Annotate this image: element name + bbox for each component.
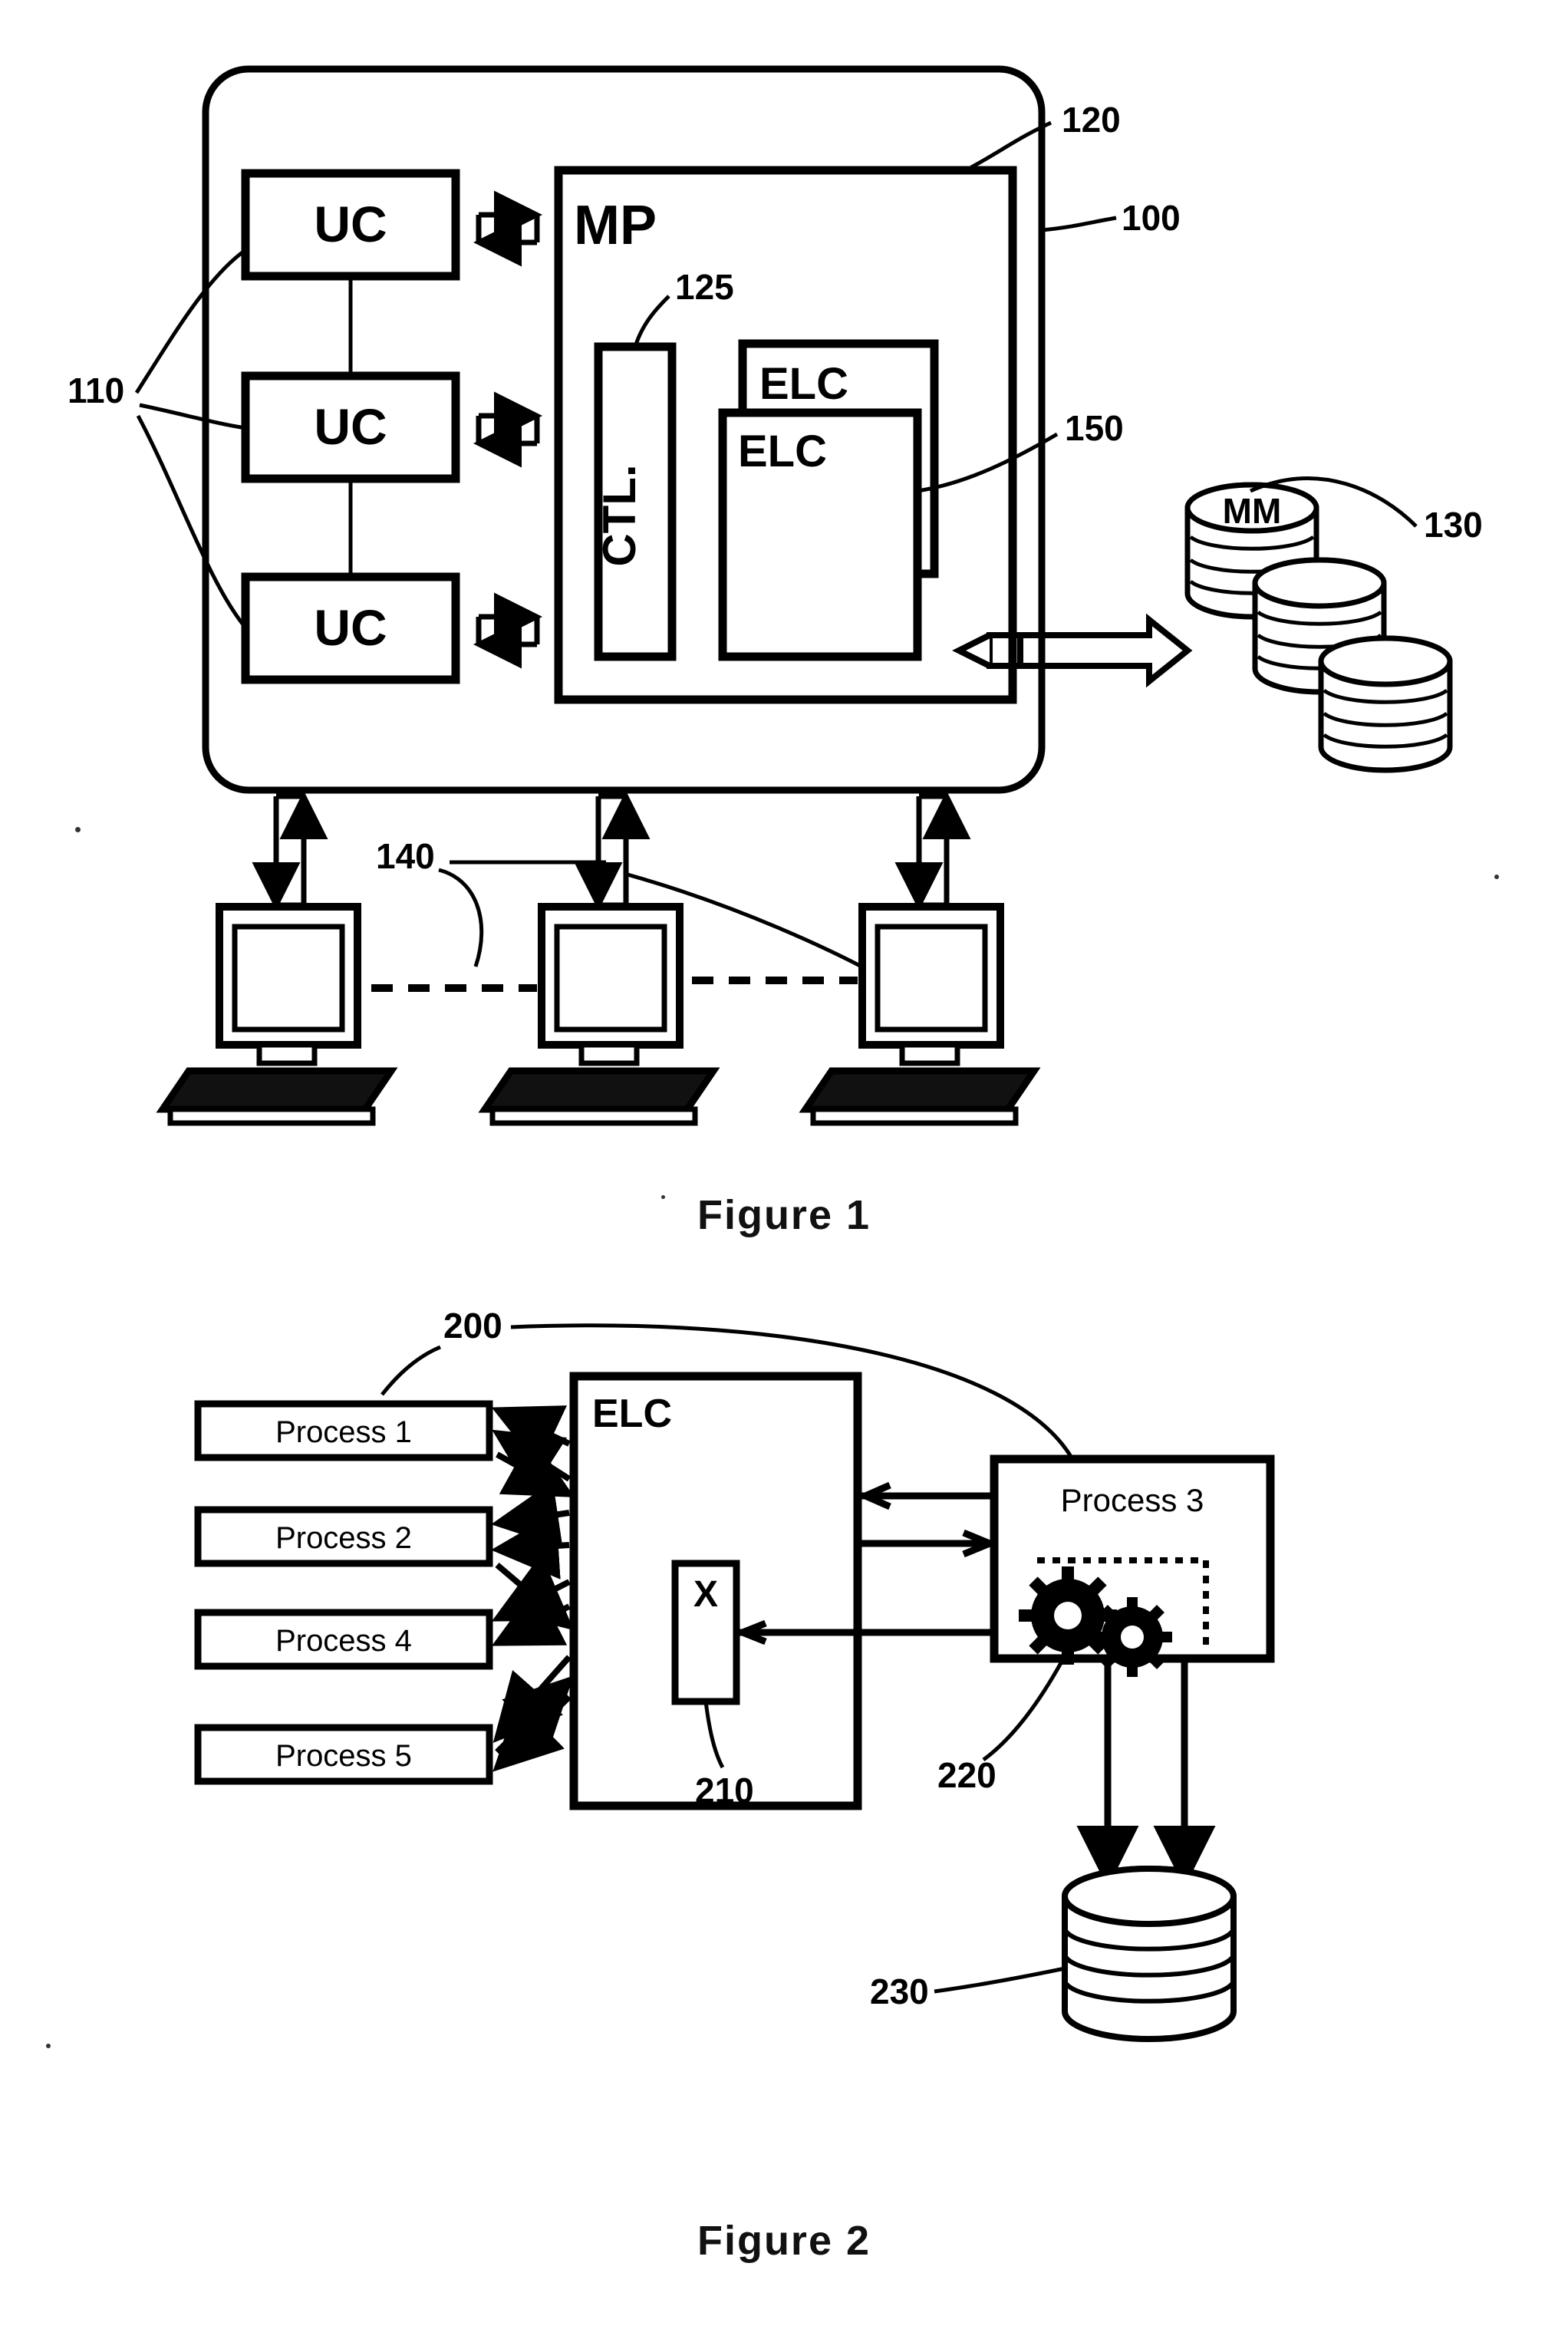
gear-left-icon (1019, 1566, 1117, 1665)
process-arrow-fan (491, 1405, 575, 1772)
scan-speck (46, 2044, 51, 2048)
leader-110-a (134, 248, 247, 394)
arrow-to-ws-1 (252, 791, 328, 911)
leader-230 (934, 1966, 1066, 1994)
figure-2: 200 ELC Process 1 Process 2 Process 4 Pr… (0, 1296, 1568, 2186)
leader-125 (633, 295, 670, 348)
uc-label-3: UC (314, 599, 387, 656)
numeral-150: 150 (1065, 408, 1124, 448)
uc-label-2: UC (314, 398, 387, 455)
gear-db-links (1076, 1657, 1216, 1888)
numeral-210: 210 (695, 1771, 754, 1810)
workstation-3 (799, 903, 1041, 1126)
figure-2-canvas: 200 ELC Process 1 Process 2 Process 4 Pr… (194, 1306, 1275, 2042)
numeral-120: 120 (1062, 100, 1121, 140)
numeral-110: 110 (68, 371, 124, 410)
leader-200-left (380, 1345, 441, 1396)
leader-110-c (136, 414, 247, 629)
workstation-2 (478, 903, 720, 1126)
numeral-220: 220 (937, 1755, 996, 1795)
elc-process3-links (733, 1481, 999, 1645)
leader-220 (982, 1660, 1064, 1762)
arrow-to-ws-3 (894, 791, 971, 911)
numeral-130: 130 (1424, 505, 1483, 545)
numeral-125: 125 (675, 267, 734, 307)
x-label: X (693, 1574, 718, 1615)
process-label-3: Process 3 (1061, 1482, 1204, 1518)
numeral-140: 140 (376, 836, 435, 876)
leader-210 (703, 1701, 725, 1769)
numeral-100: 100 (1122, 198, 1181, 238)
numeral-200: 200 (443, 1306, 502, 1346)
elc-label: ELC (592, 1392, 672, 1436)
process-label-4: Process 4 (275, 1624, 412, 1658)
figure-1-canvas: 100 MP 120 UC UC UC 110 CTL. 125 ELC ELC… (68, 65, 1483, 1126)
ctl-label: CTL. (594, 464, 645, 566)
process-box-group (194, 1400, 493, 1785)
uc-label-1: UC (314, 196, 387, 252)
figure-1-caption: Figure 1 (697, 1192, 871, 1238)
mp-label: MP (574, 195, 657, 256)
arrow-uc2-mp (473, 391, 542, 468)
elc-label-front: ELC (738, 427, 827, 476)
mm-label: MM (1223, 491, 1282, 531)
database-cylinder (1062, 1866, 1237, 2042)
workstation-1 (156, 903, 398, 1126)
scan-speck (1494, 875, 1499, 879)
leader-140-a (438, 868, 484, 967)
leader-110-b (139, 403, 246, 430)
process-label-5: Process 5 (275, 1739, 412, 1773)
figure-2-caption: Figure 2 (697, 2218, 871, 2264)
arrow-mp-memory (952, 613, 1193, 688)
figure-1: 100 MP 120 UC UC UC 110 CTL. 125 ELC ELC… (0, 0, 1568, 1166)
scan-speck (661, 1195, 665, 1199)
arrow-uc1-mp (473, 190, 542, 267)
numeral-230: 230 (870, 1972, 929, 2011)
leader-100 (1041, 216, 1117, 232)
arrow-uc3-mp (473, 592, 542, 669)
arrow-to-ws-2 (574, 791, 651, 911)
process-label-1: Process 1 (275, 1415, 412, 1449)
elc-label-back: ELC (759, 359, 848, 409)
scan-speck (75, 827, 81, 832)
process-label-2: Process 2 (275, 1521, 412, 1555)
